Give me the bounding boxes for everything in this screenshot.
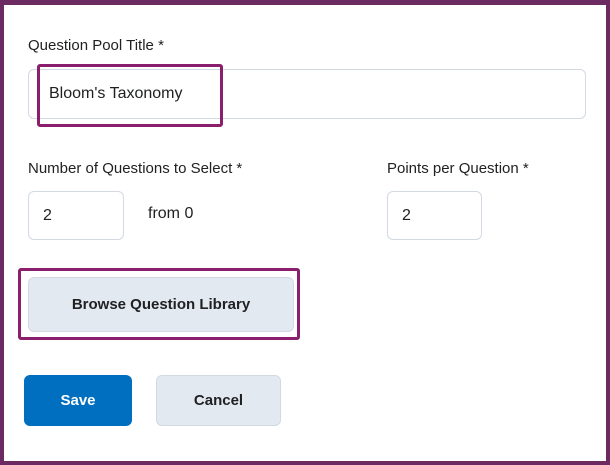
pool-title-value: Bloom's Taxonomy: [49, 85, 183, 102]
num-questions-label: Number of Questions to Select *: [28, 160, 243, 177]
browse-question-library-button[interactable]: Browse Question Library: [28, 277, 294, 332]
pool-title-label: Question Pool Title *: [28, 37, 164, 54]
num-questions-field[interactable]: 2: [28, 191, 124, 240]
points-field[interactable]: 2: [387, 191, 482, 240]
from-count-text: from 0: [148, 205, 194, 222]
save-button[interactable]: Save: [24, 375, 132, 426]
points-value: 2: [402, 206, 411, 224]
dialog-frame: Question Pool Title * Bloom's Taxonomy N…: [0, 0, 610, 465]
num-questions-value: 2: [43, 206, 52, 224]
pool-title-field[interactable]: Bloom's Taxonomy: [28, 69, 586, 119]
points-label: Points per Question *: [387, 160, 529, 177]
cancel-button[interactable]: Cancel: [156, 375, 281, 426]
